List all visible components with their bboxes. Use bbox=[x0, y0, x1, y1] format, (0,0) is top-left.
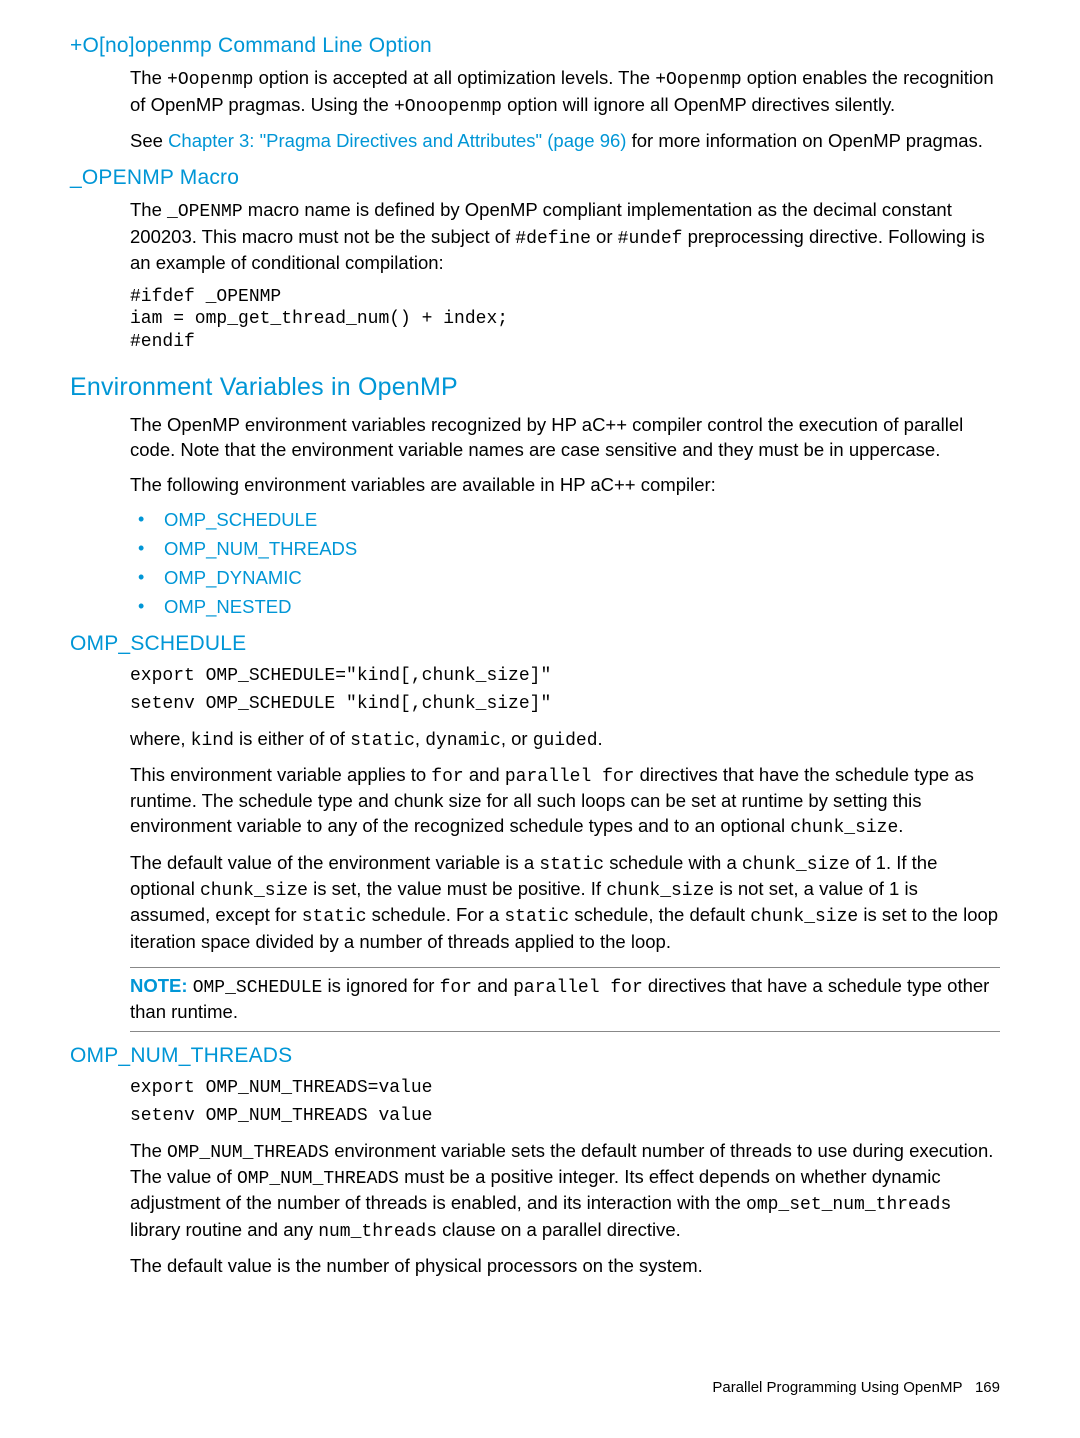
text: The bbox=[130, 1140, 167, 1161]
macro-code-block: #ifdef _OPENMP iam = omp_get_thread_num(… bbox=[130, 286, 1000, 354]
num-p1: The OMP_NUM_THREADS environment variable… bbox=[130, 1139, 1000, 1244]
code-inline: for bbox=[440, 978, 472, 998]
code-inline: static bbox=[350, 731, 415, 751]
ono-p1: The +Oopenmp option is accepted at all o… bbox=[130, 66, 1000, 119]
sched-p3: The default value of the environment var… bbox=[130, 851, 1000, 955]
code-inline: +Onoopenmp bbox=[394, 97, 502, 117]
text: for more information on OpenMP pragmas. bbox=[626, 130, 982, 151]
footer-text: Parallel Programming Using OpenMP bbox=[712, 1379, 962, 1396]
list-item: OMP_SCHEDULE bbox=[130, 508, 1000, 533]
text: library routine and any bbox=[130, 1219, 318, 1240]
text: where, bbox=[130, 728, 191, 749]
sched-p1: where, kind is either of of static, dyna… bbox=[130, 727, 1000, 753]
text: clause on a parallel directive. bbox=[437, 1219, 681, 1240]
code-inline: parallel for bbox=[505, 767, 635, 787]
code-inline: num_threads bbox=[318, 1222, 437, 1242]
note-label: NOTE: bbox=[130, 975, 188, 996]
text: and bbox=[464, 764, 505, 785]
env-p1: The OpenMP environment variables recogni… bbox=[130, 413, 1000, 463]
text: . bbox=[598, 728, 603, 749]
page-number: 169 bbox=[975, 1379, 1000, 1396]
code-inline: OMP_NUM_THREADS bbox=[237, 1169, 399, 1189]
num-code2: setenv OMP_NUM_THREADS value bbox=[130, 1104, 1000, 1128]
text: , bbox=[415, 728, 425, 749]
list-item: OMP_DYNAMIC bbox=[130, 566, 1000, 591]
code-inline: OMP_SCHEDULE bbox=[193, 978, 323, 998]
page-footer: Parallel Programming Using OpenMP 169 bbox=[712, 1378, 1000, 1398]
heading-omp-num-threads: OMP_NUM_THREADS bbox=[70, 1042, 1000, 1070]
code-inline: chunk_size bbox=[742, 855, 850, 875]
ono-p2: See Chapter 3: "Pragma Directives and At… bbox=[130, 129, 1000, 154]
link-omp-schedule[interactable]: OMP_SCHEDULE bbox=[164, 509, 317, 530]
text: option will ignore all OpenMP directives… bbox=[502, 94, 895, 115]
note-box: NOTE: OMP_SCHEDULE is ignored for for an… bbox=[130, 967, 1000, 1032]
text: and bbox=[472, 975, 513, 996]
link-omp-dynamic[interactable]: OMP_DYNAMIC bbox=[164, 567, 302, 588]
macro-p1: The _OPENMP macro name is defined by Ope… bbox=[130, 198, 1000, 276]
heading-openmp-macro: _OPENMP Macro bbox=[70, 164, 1000, 192]
heading-ono-openmp: +O[no]openmp Command Line Option bbox=[70, 32, 1000, 60]
code-inline: +Oopenmp bbox=[167, 70, 253, 90]
text: is set, the value must be positive. If bbox=[308, 878, 606, 899]
section-macro-body: The _OPENMP macro name is defined by Ope… bbox=[130, 198, 1000, 353]
text: The bbox=[130, 199, 167, 220]
section-ono-body: The +Oopenmp option is accepted at all o… bbox=[130, 66, 1000, 154]
sched-code1: export OMP_SCHEDULE="kind[,chunk_size]" bbox=[130, 664, 1000, 688]
text: is either of of bbox=[234, 728, 350, 749]
list-item: OMP_NESTED bbox=[130, 595, 1000, 620]
code-inline: static bbox=[504, 907, 569, 927]
text: This environment variable applies to bbox=[130, 764, 431, 785]
link-omp-nested[interactable]: OMP_NESTED bbox=[164, 596, 291, 617]
text: is ignored for bbox=[322, 975, 439, 996]
text: option is accepted at all optimization l… bbox=[253, 67, 655, 88]
code-inline: chunk_size bbox=[200, 881, 308, 901]
text: The default value of the environment var… bbox=[130, 852, 539, 873]
section-num-body: export OMP_NUM_THREADS=value setenv OMP_… bbox=[130, 1076, 1000, 1279]
code-inline: OMP_NUM_THREADS bbox=[167, 1143, 329, 1163]
code-inline: parallel for bbox=[513, 978, 643, 998]
text: schedule. For a bbox=[367, 904, 505, 925]
text: See bbox=[130, 130, 168, 151]
text: . bbox=[898, 815, 903, 836]
sched-p2: This environment variable applies to for… bbox=[130, 763, 1000, 841]
code-inline: guided bbox=[533, 731, 598, 751]
sched-code2: setenv OMP_SCHEDULE "kind[,chunk_size]" bbox=[130, 692, 1000, 716]
code-inline: dynamic bbox=[425, 731, 501, 751]
text: schedule, the default bbox=[569, 904, 750, 925]
text: or bbox=[591, 226, 618, 247]
code-inline: chunk_size bbox=[750, 907, 858, 927]
num-p2: The default value is the number of physi… bbox=[130, 1254, 1000, 1279]
text: schedule with a bbox=[604, 852, 742, 873]
text: , or bbox=[501, 728, 533, 749]
env-p2: The following environment variables are … bbox=[130, 473, 1000, 498]
code-inline: for bbox=[431, 767, 463, 787]
code-inline: _OPENMP bbox=[167, 202, 243, 222]
code-inline: chunk_size bbox=[790, 818, 898, 838]
page: +O[no]openmp Command Line Option The +Oo… bbox=[0, 0, 1080, 1438]
code-inline: #define bbox=[515, 229, 591, 249]
heading-env-vars: Environment Variables in OpenMP bbox=[70, 371, 1000, 405]
heading-omp-schedule: OMP_SCHEDULE bbox=[70, 630, 1000, 658]
code-inline: chunk_size bbox=[606, 881, 714, 901]
code-inline: omp_set_num_threads bbox=[746, 1195, 951, 1215]
env-list: OMP_SCHEDULE OMP_NUM_THREADS OMP_DYNAMIC… bbox=[130, 508, 1000, 620]
code-inline: kind bbox=[191, 731, 234, 751]
link-chapter3[interactable]: Chapter 3: "Pragma Directives and Attrib… bbox=[168, 130, 626, 151]
code-inline: static bbox=[539, 855, 604, 875]
code-inline: +Oopenmp bbox=[655, 70, 741, 90]
code-inline: #undef bbox=[618, 229, 683, 249]
text: The bbox=[130, 67, 167, 88]
num-code1: export OMP_NUM_THREADS=value bbox=[130, 1076, 1000, 1100]
section-env-body: The OpenMP environment variables recogni… bbox=[130, 413, 1000, 620]
link-omp-num-threads[interactable]: OMP_NUM_THREADS bbox=[164, 538, 357, 559]
section-sched-body: export OMP_SCHEDULE="kind[,chunk_size]" … bbox=[130, 664, 1000, 1032]
code-inline: static bbox=[302, 907, 367, 927]
list-item: OMP_NUM_THREADS bbox=[130, 537, 1000, 562]
